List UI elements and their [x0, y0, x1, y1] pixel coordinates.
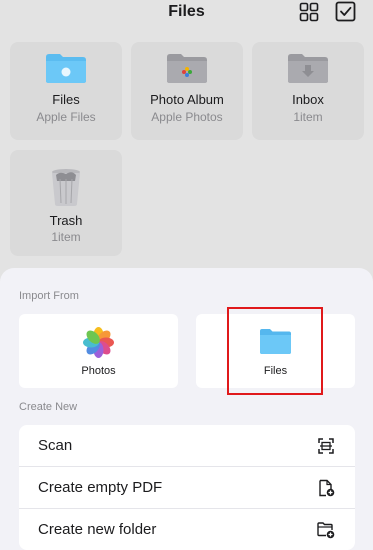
inbox-folder-icon [286, 51, 330, 85]
checkbox-select-icon[interactable] [335, 1, 356, 22]
folder-name: Files [52, 92, 80, 107]
import-photos-button[interactable]: Photos [19, 314, 178, 388]
scan-icon [317, 437, 335, 455]
top-bar: Files [0, 0, 373, 28]
folder-subtitle: 1item [293, 110, 323, 124]
row-label: Scan [38, 437, 73, 454]
folder-name: Inbox [292, 92, 324, 107]
folder-subtitle: Apple Photos [151, 110, 223, 124]
new-folder-icon [317, 521, 335, 539]
folder-icon [44, 51, 88, 85]
photos-folder-icon [165, 51, 209, 85]
import-option-label: Photos [81, 365, 116, 377]
folder-tile-files[interactable]: Files Apple Files [10, 42, 122, 140]
new-pdf-icon [317, 479, 335, 497]
import-option-label: Files [263, 365, 288, 377]
folder-icon [259, 327, 292, 355]
folder-subtitle: 1item [51, 230, 81, 244]
grid-view-icon[interactable] [299, 2, 319, 22]
import-from-label: Import From [19, 290, 79, 302]
trash-icon [48, 167, 84, 207]
row-label: Create empty PDF [38, 479, 163, 496]
folder-name: Trash [49, 213, 83, 228]
folder-tile-photo-album[interactable]: Photo Album Apple Photos [131, 42, 243, 140]
photos-app-icon [82, 326, 115, 359]
folder-tile-trash[interactable]: Trash 1item [10, 150, 122, 256]
create-empty-pdf-button[interactable]: Create empty PDF [19, 467, 355, 509]
create-options-list: Scan Create empty PDF Create new folder [19, 425, 355, 550]
folder-subtitle: Apple Files [36, 110, 96, 124]
create-new-label: Create New [19, 401, 78, 413]
create-new-folder-button[interactable]: Create new folder [19, 509, 355, 550]
folder-name: Photo Album [150, 92, 224, 107]
import-files-button[interactable]: Files [196, 314, 355, 388]
scan-button[interactable]: Scan [19, 425, 355, 467]
folder-tile-inbox[interactable]: Inbox 1item [252, 42, 364, 140]
row-label: Create new folder [38, 521, 157, 538]
import-sheet: Import From Photos Files Create New Scan… [0, 268, 373, 550]
